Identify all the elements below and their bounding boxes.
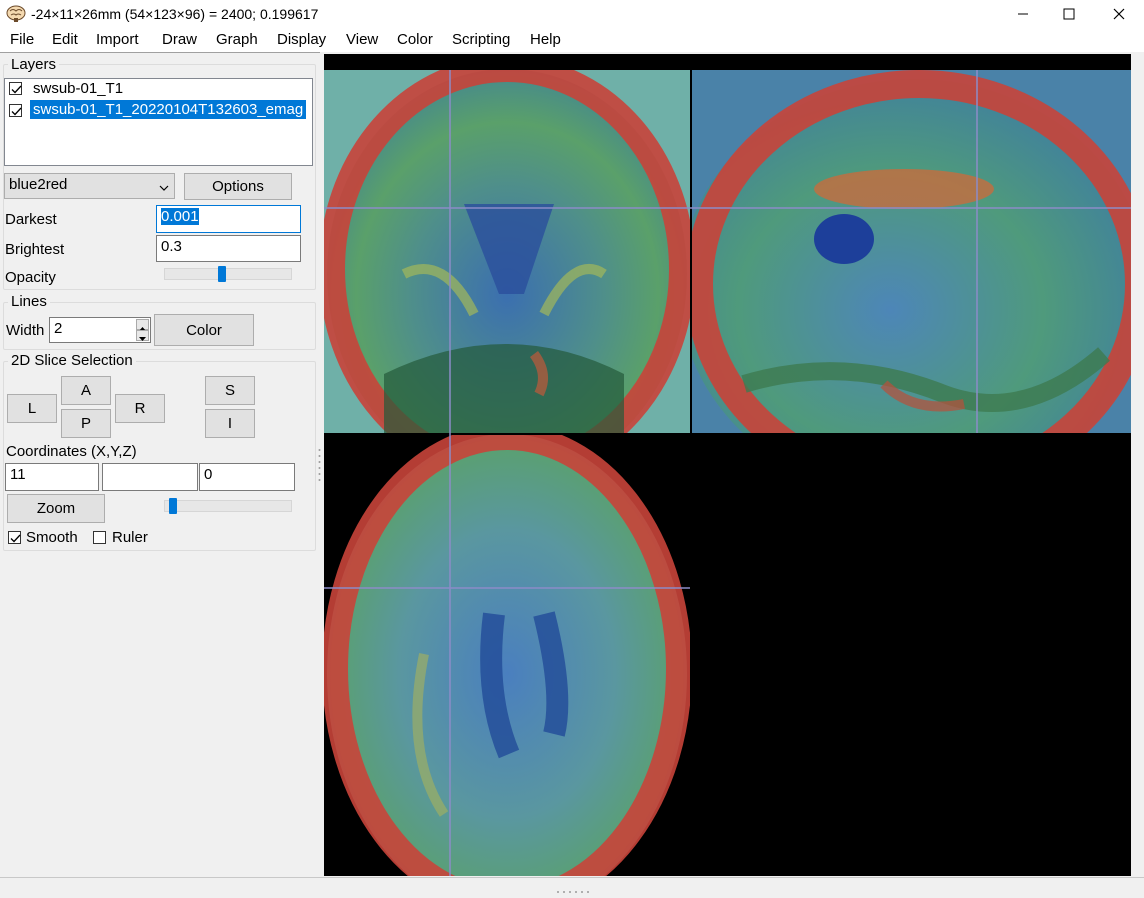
layer-checkbox-1[interactable] [9,82,22,95]
layer-item-2[interactable]: swsub-01_T1_20220104T132603_emag [30,100,307,119]
colormap-value: blue2red [9,176,68,193]
slice-inferior-button[interactable]: I [205,409,255,438]
opacity-slider-thumb[interactable] [218,266,226,282]
slice-title: 2D Slice Selection [8,352,136,369]
menu-scripting[interactable]: Scripting [452,31,510,48]
brightest-input[interactable]: 0.3 [156,235,301,262]
menu-view[interactable]: View [346,31,378,48]
title-bar: -24×11×26mm (54×123×96) = 2400; 0.199617 [0,0,1144,30]
smooth-checkbox[interactable] [8,531,21,544]
menu-color[interactable]: Color [397,31,433,48]
menu-edit[interactable]: Edit [52,31,78,48]
width-label: Width [6,322,45,339]
slice-viewer[interactable] [324,54,1131,876]
menu-import[interactable]: Import [96,31,139,48]
check-icon [10,534,21,543]
minimize-icon [1017,7,1029,24]
brain-icon [6,5,26,23]
sagittal-view[interactable] [679,70,1131,499]
status-bar [0,877,1144,895]
menu-display[interactable]: Display [277,31,326,48]
coord-z-input[interactable]: 0 [199,463,295,491]
coord-y-input[interactable] [102,463,198,491]
coord-x-input[interactable]: 11 [5,463,99,491]
smooth-label: Smooth [26,529,78,546]
coronal-view[interactable] [324,69,690,479]
layers-title: Layers [8,56,60,73]
maximize-icon [1063,7,1075,24]
options-button[interactable]: Options [184,173,292,200]
width-value: 2 [54,320,63,337]
width-spinbox[interactable]: 2 [49,317,151,343]
line-color-button[interactable]: Color [154,314,254,346]
ruler-checkbox[interactable] [93,531,106,544]
slice-left-button[interactable]: L [7,394,57,423]
menu-draw[interactable]: Draw [162,31,197,48]
zoom-slider-thumb[interactable] [168,498,177,514]
slice-posterior-button[interactable]: P [61,409,111,438]
menu-bar: File Edit Import Draw Graph Display View… [0,30,1144,52]
lines-title: Lines [8,293,50,310]
splitter-handle[interactable] [318,448,321,484]
minimize-button[interactable] [1000,0,1046,30]
spin-down-icon[interactable] [136,330,149,341]
zoom-slider[interactable] [164,500,292,512]
check-icon [11,107,22,116]
coordinates-label: Coordinates (X,Y,Z) [6,443,137,460]
layer-checkbox-2[interactable] [9,104,22,117]
brightest-label: Brightest [5,241,65,258]
window-title: -24×11×26mm (54×123×96) = 2400; 0.199617 [31,6,319,22]
close-icon [1113,7,1125,24]
chevron-down-icon [159,180,169,197]
opacity-label: Opacity [5,269,56,286]
darkest-value: 0.001 [161,208,199,225]
colormap-select[interactable]: blue2red [4,173,175,199]
ruler-label: Ruler [112,529,148,546]
slice-right-button[interactable]: R [115,394,165,423]
zoom-button[interactable]: Zoom [7,494,105,523]
opacity-slider[interactable] [164,268,292,280]
splitter-handle-bottom[interactable] [556,881,590,893]
check-icon [11,85,22,94]
darkest-label: Darkest [5,211,57,228]
darkest-input[interactable]: 0.001 [156,205,301,233]
slice-anterior-button[interactable]: A [61,376,111,405]
spin-up-icon[interactable] [136,319,149,331]
maximize-button[interactable] [1046,0,1092,30]
right-edge-strip [1131,54,1144,876]
layer-item-1[interactable]: swsub-01_T1 [33,80,123,97]
menu-file[interactable]: File [10,31,34,48]
menu-graph[interactable]: Graph [216,31,258,48]
axial-view[interactable] [324,434,690,876]
close-button[interactable] [1096,0,1142,30]
slice-superior-button[interactable]: S [205,376,255,405]
menu-help[interactable]: Help [530,31,561,48]
